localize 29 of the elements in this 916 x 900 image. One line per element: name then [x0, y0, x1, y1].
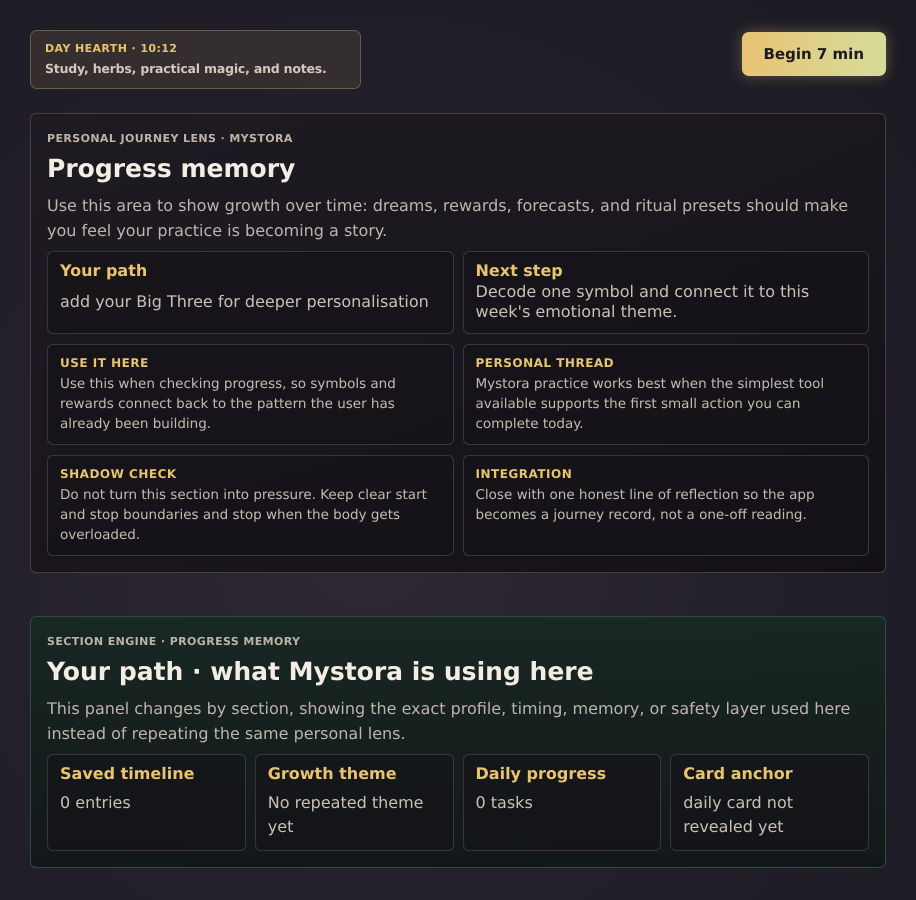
begin-button[interactable]: Begin 7 min	[742, 32, 886, 76]
card-text: add your Big Three for deeper personalisation	[60, 292, 430, 312]
note-title: SHADOW CHECK	[60, 467, 178, 481]
note-title: INTEGRATION	[476, 467, 574, 481]
stat-value: 0 entries	[60, 792, 132, 814]
stat-value: 0 tasks	[476, 792, 534, 814]
note-text: Do not turn this section into pressure. Keep clear start and stop boundaries and stop when the body gets overloaded.	[60, 486, 428, 545]
note-title: USE IT HERE	[60, 356, 150, 370]
stat-title: Growth theme	[268, 764, 398, 783]
panel-eyebrow: PERSONAL JOURNEY LENS · MYSTORA	[47, 132, 294, 145]
stat-value: daily card not revealed yet	[683, 792, 794, 838]
panel-title: Progress memory	[47, 154, 296, 183]
note-text: Mystora practice works best when the simplest tool available supports the first small action you can complete today.	[476, 375, 826, 434]
stat-title: Saved timeline	[60, 764, 196, 783]
panel-description: This panel changes by section, showing the exact profile, timing, memory, or safety layer used here instead of repeating the same personal lens.	[47, 698, 852, 745]
card-title: Your path	[60, 261, 148, 280]
stat-value: No repeated theme yet	[268, 792, 425, 838]
note-text: Use this when checking progress, so symbols and rewards connect back to the pattern the user has already been building.	[60, 375, 397, 434]
hearth-label: DAY HEARTH · 10:12	[45, 42, 178, 55]
hearth-text: Study, herbs, practical magic, and notes.	[45, 61, 328, 76]
stat-title: Daily progress	[476, 764, 608, 783]
panel-description: Use this area to show growth over time: dreams, rewards, forecasts, and ritual presets should make you feel your practice is becoming a story.	[47, 195, 850, 242]
stat-title: Card anchor	[683, 764, 794, 783]
panel-eyebrow: SECTION ENGINE · PROGRESS MEMORY	[47, 635, 302, 648]
panel-title: Your path · what Mystora is using here	[47, 657, 595, 686]
card-text: Decode one symbol and connect it to this week's emotional theme.	[476, 282, 810, 322]
note-text: Close with one honest line of reflection so the app becomes a journey record, not a one-off reading.	[476, 486, 816, 525]
note-title: PERSONAL THREAD	[476, 356, 616, 370]
card-title: Next step	[476, 261, 564, 280]
